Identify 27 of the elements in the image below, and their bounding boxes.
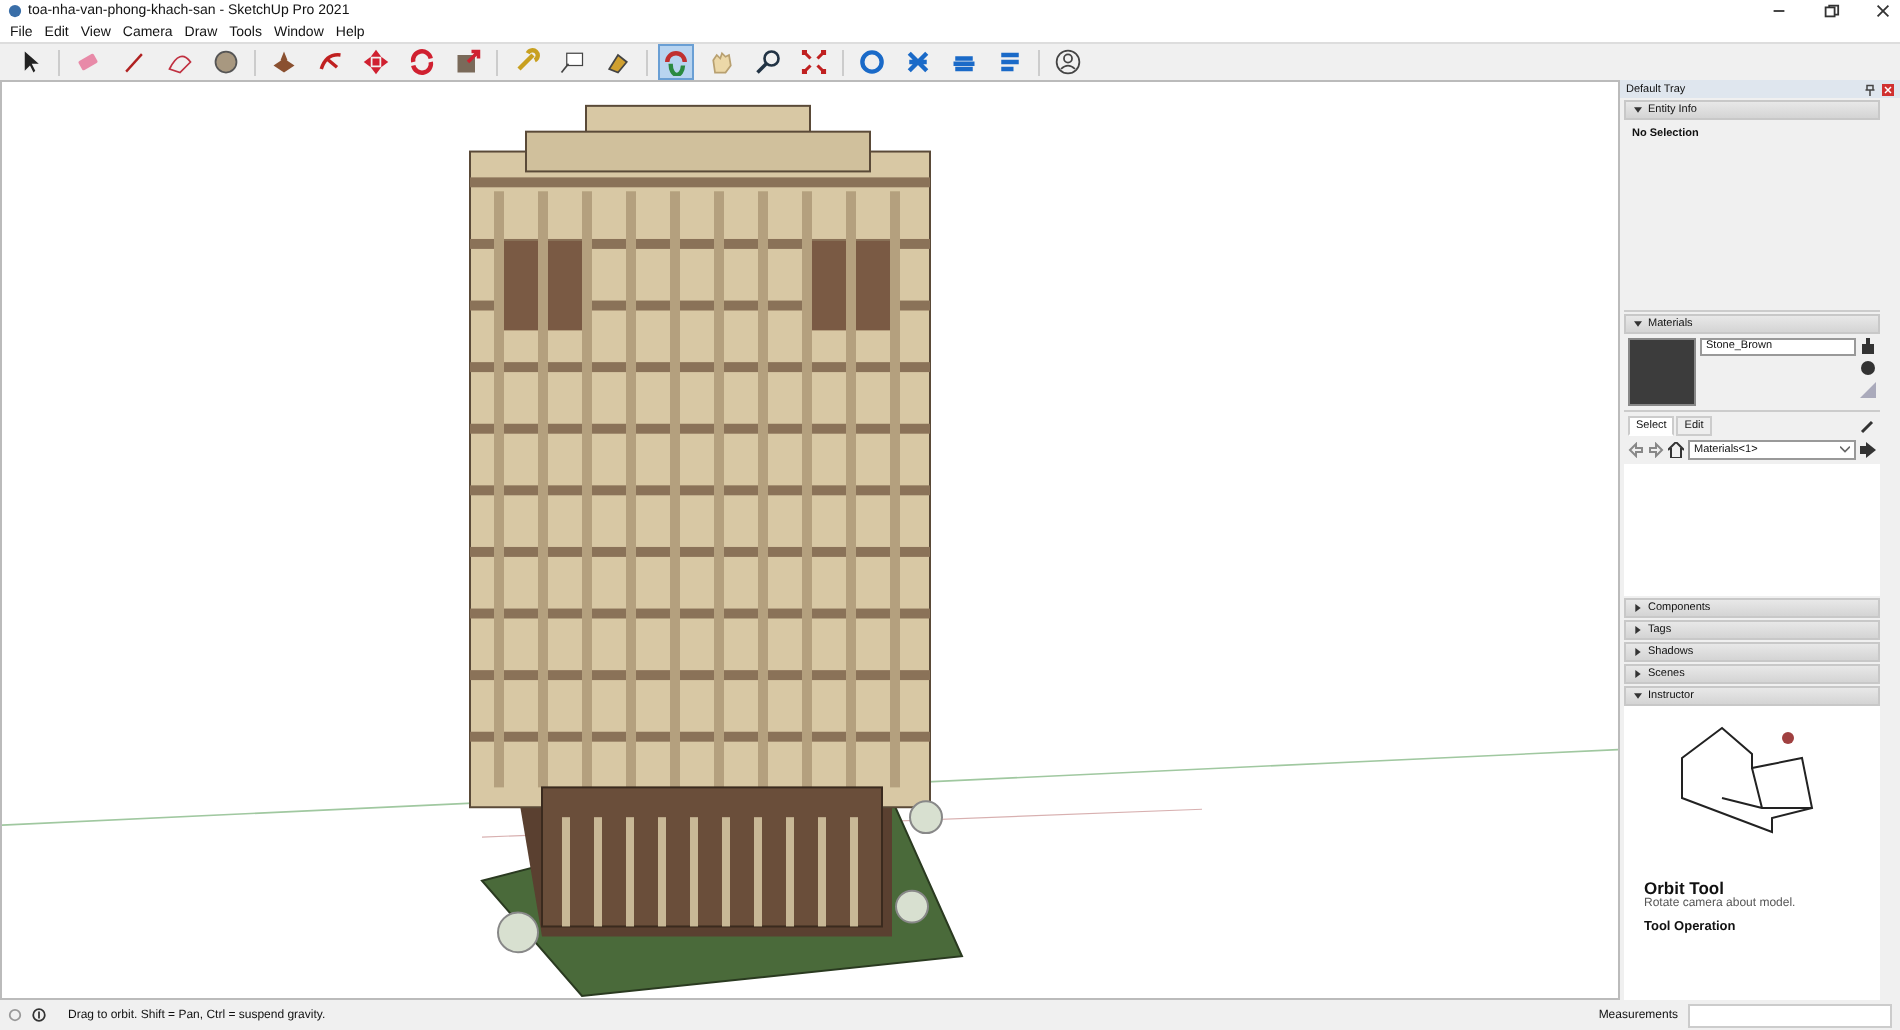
expand-arrow-icon — [1634, 106, 1642, 114]
chevron-icon — [1840, 446, 1850, 454]
extents-tool-icon[interactable] — [796, 44, 832, 80]
close-icon[interactable] — [1874, 2, 1892, 20]
orbit-tool-icon[interactable] — [658, 44, 694, 80]
expand-arrow-icon — [1634, 692, 1642, 700]
tool-name: Orbit Tool — [1644, 878, 1726, 898]
details-arrow-icon[interactable] — [1860, 442, 1876, 458]
expand-arrow-icon — [1634, 626, 1642, 634]
pin-icon[interactable] — [1864, 83, 1876, 95]
info-icon[interactable] — [32, 1008, 46, 1022]
eyedropper-icon[interactable] — [1860, 418, 1876, 434]
expand-arrow-icon — [1634, 604, 1642, 612]
expand-arrow-icon — [1634, 320, 1642, 328]
model-viewport[interactable] — [0, 80, 1620, 1000]
app-logo-icon — [8, 4, 22, 18]
expand-arrow-icon — [1634, 648, 1642, 656]
back-arrow-icon[interactable] — [1628, 442, 1644, 458]
expand-arrow-icon — [1634, 670, 1642, 678]
account-tool-icon[interactable] — [1050, 44, 1086, 80]
sphere-icon[interactable] — [1860, 360, 1876, 376]
triangle-icon — [1860, 382, 1876, 398]
restore-icon[interactable] — [1822, 2, 1840, 20]
material-swatch — [1628, 338, 1696, 406]
measurements-field[interactable] — [1688, 1003, 1892, 1027]
move-tool-icon[interactable] — [358, 44, 394, 80]
home-icon[interactable] — [1668, 442, 1684, 458]
